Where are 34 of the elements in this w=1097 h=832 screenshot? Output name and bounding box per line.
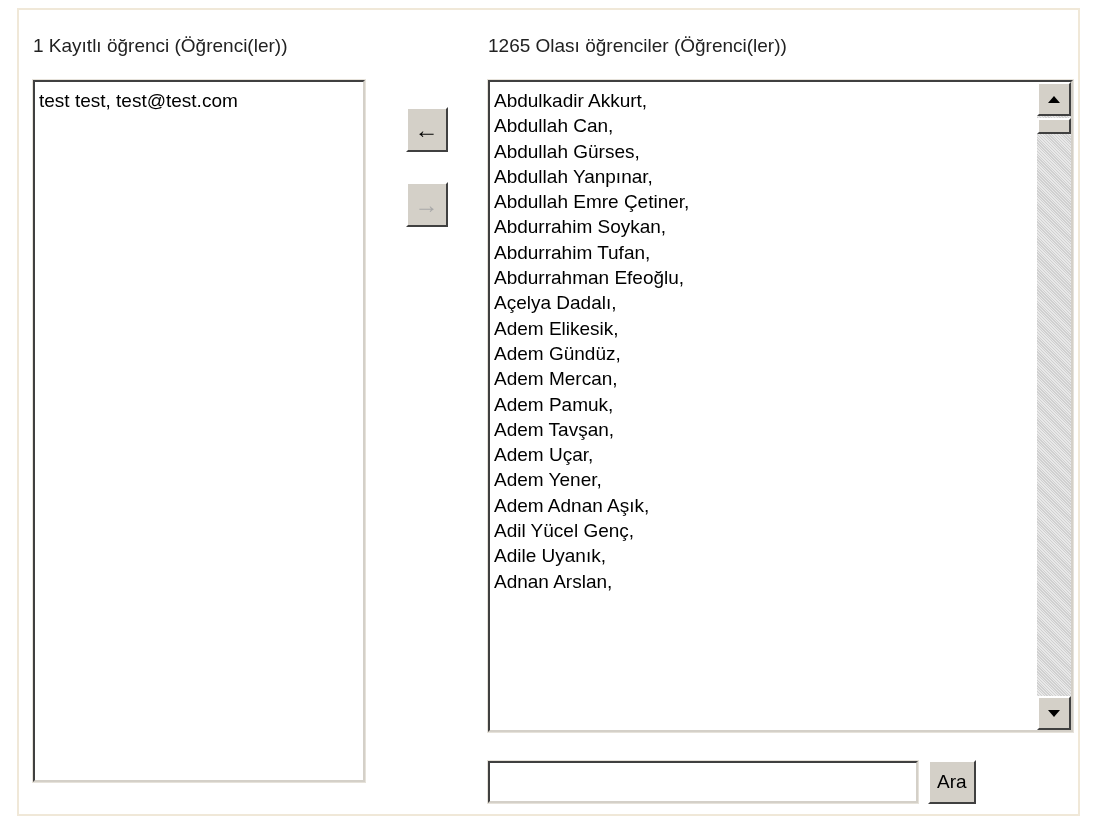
list-option[interactable]: Abdullah Can, (490, 113, 1037, 139)
list-option[interactable]: Abdulkadir Akkurt, (490, 88, 1037, 114)
candidates-list[interactable] (488, 80, 1073, 732)
move-button[interactable]: ← (405, 107, 448, 152)
down-triangle-icon (1048, 709, 1060, 717)
list-option[interactable]: Adile Uyanık, (490, 543, 1037, 569)
candidates-heading: 1265 Olası öğrenciler (Öğrenci(ler)) (488, 34, 788, 58)
list-option[interactable]: Adem Pamuk, (490, 391, 1037, 417)
list-option[interactable]: Abdurrahim Tufan, (490, 239, 1037, 266)
list-option[interactable]: Abdullah Emre Çetiner, (490, 189, 1037, 215)
search-button[interactable]: Ara (928, 760, 976, 804)
scroll-up-button[interactable] (1037, 82, 1071, 116)
list-option[interactable]: Adem Gündüz, (490, 340, 1037, 367)
list-option[interactable]: Açelya Dadalı, (490, 290, 1037, 316)
list-option[interactable]: Adnan Arslan, (490, 568, 1037, 594)
up-triangle-icon (1048, 95, 1060, 103)
scroll-down-button[interactable] (1037, 696, 1071, 730)
list-option[interactable]: Adem Elikesik, (490, 315, 1037, 341)
enrolled-heading: 1 Kayıtlı öğrenci (Öğrenci(ler)) (33, 34, 289, 58)
list-option[interactable]: Adem Uçar, (490, 442, 1037, 468)
list-option[interactable]: Abdullah Gürses, (490, 138, 1037, 164)
list-option[interactable]: test test, test@test.com (35, 88, 363, 114)
list-option[interactable]: Adem Mercan, (490, 366, 1037, 392)
list-option[interactable]: Adem Yener, (490, 467, 1037, 493)
scrollbar[interactable] (1037, 82, 1071, 730)
scroll-thumb[interactable] (1037, 118, 1071, 134)
list-option[interactable]: Abdullah Yanpınar, (490, 163, 1037, 190)
list-option[interactable]: Adem Adnan Aşık, (490, 492, 1037, 519)
list-option[interactable]: Abdurrahman Efeoğlu, (490, 265, 1037, 291)
list-option[interactable]: Adem Tavşan, (490, 416, 1037, 443)
enrolled-list[interactable]: test test, test@test.com (33, 80, 365, 782)
list-option[interactable]: Adil Yücel Genç, (490, 518, 1037, 544)
list-option[interactable]: Abdurrahim Soykan, (490, 214, 1037, 240)
search-field[interactable] (488, 761, 918, 803)
